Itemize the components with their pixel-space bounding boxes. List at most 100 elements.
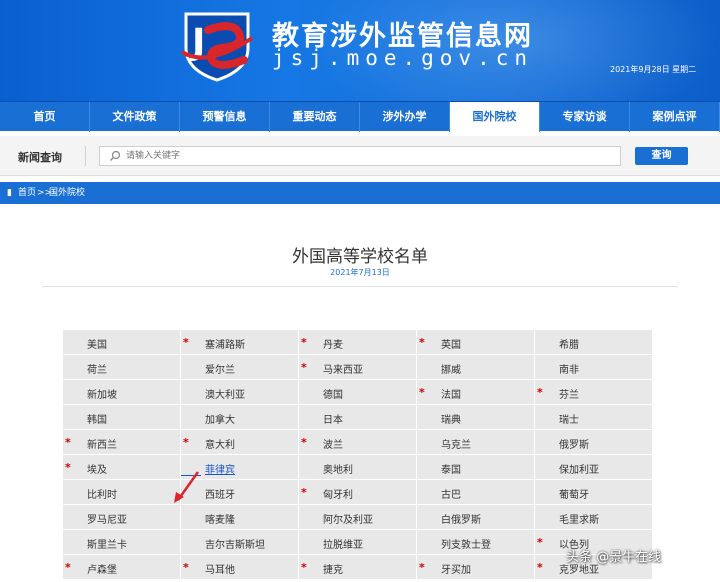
country-name[interactable]: 罗马尼亚	[87, 511, 127, 526]
country-name[interactable]: 斯里兰卡	[87, 536, 127, 551]
country-name[interactable]: 泰国	[441, 461, 461, 476]
country-item[interactable]: * 波兰	[299, 430, 416, 454]
country-item[interactable]: * 塞浦路斯	[181, 330, 298, 354]
country-name[interactable]: 日本	[323, 411, 343, 426]
country-name[interactable]: 葡萄牙	[559, 486, 589, 501]
search-button[interactable]: 查询	[635, 147, 688, 165]
country-item[interactable]: * 卢森堡	[63, 555, 180, 579]
country-name[interactable]: 新加坡	[87, 386, 117, 401]
country-item[interactable]: 葡萄牙	[535, 480, 652, 504]
country-item[interactable]: 希腊	[535, 330, 652, 354]
country-name[interactable]: 匈牙利	[323, 486, 353, 501]
nav-item-news[interactable]: 重要动态	[270, 102, 360, 132]
country-name[interactable]: 古巴	[441, 486, 461, 501]
country-name[interactable]: 意大利	[205, 436, 235, 451]
country-name[interactable]: 塞浦路斯	[205, 336, 245, 351]
country-item[interactable]: * 埃及	[63, 455, 180, 479]
country-name[interactable]: 阿尔及利亚	[323, 511, 373, 526]
country-name[interactable]: 希腊	[559, 336, 579, 351]
country-item[interactable]: 古巴	[417, 480, 534, 504]
country-name[interactable]: 爱尔兰	[205, 361, 235, 376]
country-item[interactable]: 乌克兰	[417, 430, 534, 454]
country-name[interactable]: 丹麦	[323, 336, 343, 351]
country-item[interactable]: * 芬兰	[535, 380, 652, 404]
country-item[interactable]: 美国	[63, 330, 180, 354]
country-item[interactable]: 奥地利	[299, 455, 416, 479]
country-name[interactable]: 芬兰	[559, 386, 579, 401]
breadcrumb-current[interactable]: 国外院校	[49, 182, 85, 204]
country-name[interactable]: 白俄罗斯	[441, 511, 481, 526]
country-item[interactable]: 罗马尼亚	[63, 505, 180, 529]
country-name[interactable]: 毛里求斯	[559, 511, 599, 526]
country-item[interactable]: * 法国	[417, 380, 534, 404]
country-item[interactable]: * 新西兰	[63, 430, 180, 454]
country-item[interactable]: 白俄罗斯	[417, 505, 534, 529]
country-item[interactable]: * 马耳他	[181, 555, 298, 579]
country-item[interactable]: 列支敦士登	[417, 530, 534, 554]
country-name[interactable]: 韩国	[87, 411, 107, 426]
country-name[interactable]: 俄罗斯	[559, 436, 589, 451]
breadcrumb-home[interactable]: 首页	[18, 182, 36, 204]
nav-item-interviews[interactable]: 专家访谈	[540, 102, 630, 132]
country-name[interactable]: 列支敦士登	[441, 536, 491, 551]
country-name[interactable]: 南非	[559, 361, 579, 376]
country-item[interactable]: 爱尔兰	[181, 355, 298, 379]
nav-item-home[interactable]: 首页	[0, 102, 90, 132]
country-name[interactable]: 新西兰	[87, 436, 117, 451]
country-name[interactable]: 德国	[323, 386, 343, 401]
country-item[interactable]: * 匈牙利	[299, 480, 416, 504]
country-item[interactable]: 荷兰	[63, 355, 180, 379]
country-name[interactable]: 西班牙	[205, 486, 235, 501]
country-item[interactable]: 南非	[535, 355, 652, 379]
country-name[interactable]: 瑞士	[559, 411, 579, 426]
search-box[interactable]	[99, 146, 621, 166]
country-name[interactable]: 马耳他	[205, 561, 235, 576]
country-item[interactable]: 加拿大	[181, 405, 298, 429]
country-item[interactable]: 喀麦隆	[181, 505, 298, 529]
country-item[interactable]: 德国	[299, 380, 416, 404]
country-name[interactable]: 法国	[441, 386, 461, 401]
country-name[interactable]: 加拿大	[205, 411, 235, 426]
site-logo-icon[interactable]: J	[178, 8, 256, 82]
nav-item-foreign-schools[interactable]: 国外院校	[450, 102, 540, 132]
country-item[interactable]: * 意大利	[181, 430, 298, 454]
country-name[interactable]: 挪威	[441, 361, 461, 376]
country-item[interactable]: 阿尔及利亚	[299, 505, 416, 529]
country-item[interactable]: 毛里求斯	[535, 505, 652, 529]
country-name[interactable]: 埃及	[87, 461, 107, 476]
country-item[interactable]: * 牙买加	[417, 555, 534, 579]
search-input[interactable]	[126, 148, 606, 164]
country-name[interactable]: 保加利亚	[559, 461, 599, 476]
country-item[interactable]: 比利时	[63, 480, 180, 504]
country-name[interactable]: 喀麦隆	[205, 511, 235, 526]
nav-item-cases[interactable]: 案例点评	[630, 102, 720, 132]
country-item[interactable]: * 丹麦	[299, 330, 416, 354]
country-item[interactable]: 澳大利亚	[181, 380, 298, 404]
country-item[interactable]: 斯里兰卡	[63, 530, 180, 554]
country-name[interactable]: 乌克兰	[441, 436, 471, 451]
country-item[interactable]: 拉脱维亚	[299, 530, 416, 554]
country-name[interactable]: 拉脱维亚	[323, 536, 363, 551]
country-item[interactable]: 瑞典	[417, 405, 534, 429]
country-name[interactable]: 澳大利亚	[205, 386, 245, 401]
country-item[interactable]: 泰国	[417, 455, 534, 479]
country-name[interactable]: 牙买加	[441, 561, 471, 576]
country-name[interactable]: 捷克	[323, 561, 343, 576]
country-item[interactable]: 吉尔吉斯斯坦	[181, 530, 298, 554]
country-item[interactable]: 韩国	[63, 405, 180, 429]
nav-item-alerts[interactable]: 预警信息	[180, 102, 270, 132]
country-item[interactable]: * 英国	[417, 330, 534, 354]
country-name[interactable]: 瑞典	[441, 411, 461, 426]
country-name[interactable]: 比利时	[87, 486, 117, 501]
country-name[interactable]: 波兰	[323, 436, 343, 451]
country-name[interactable]: 英国	[441, 336, 461, 351]
country-item[interactable]: 日本	[299, 405, 416, 429]
country-name[interactable]: 吉尔吉斯斯坦	[205, 536, 265, 551]
country-item[interactable]: 挪威	[417, 355, 534, 379]
country-name[interactable]: 奥地利	[323, 461, 353, 476]
nav-item-policy[interactable]: 文件政策	[90, 102, 180, 132]
country-name[interactable]: 美国	[87, 336, 107, 351]
country-item[interactable]: 瑞士	[535, 405, 652, 429]
country-item[interactable]: 俄罗斯	[535, 430, 652, 454]
country-name[interactable]: 马来西亚	[323, 361, 363, 376]
